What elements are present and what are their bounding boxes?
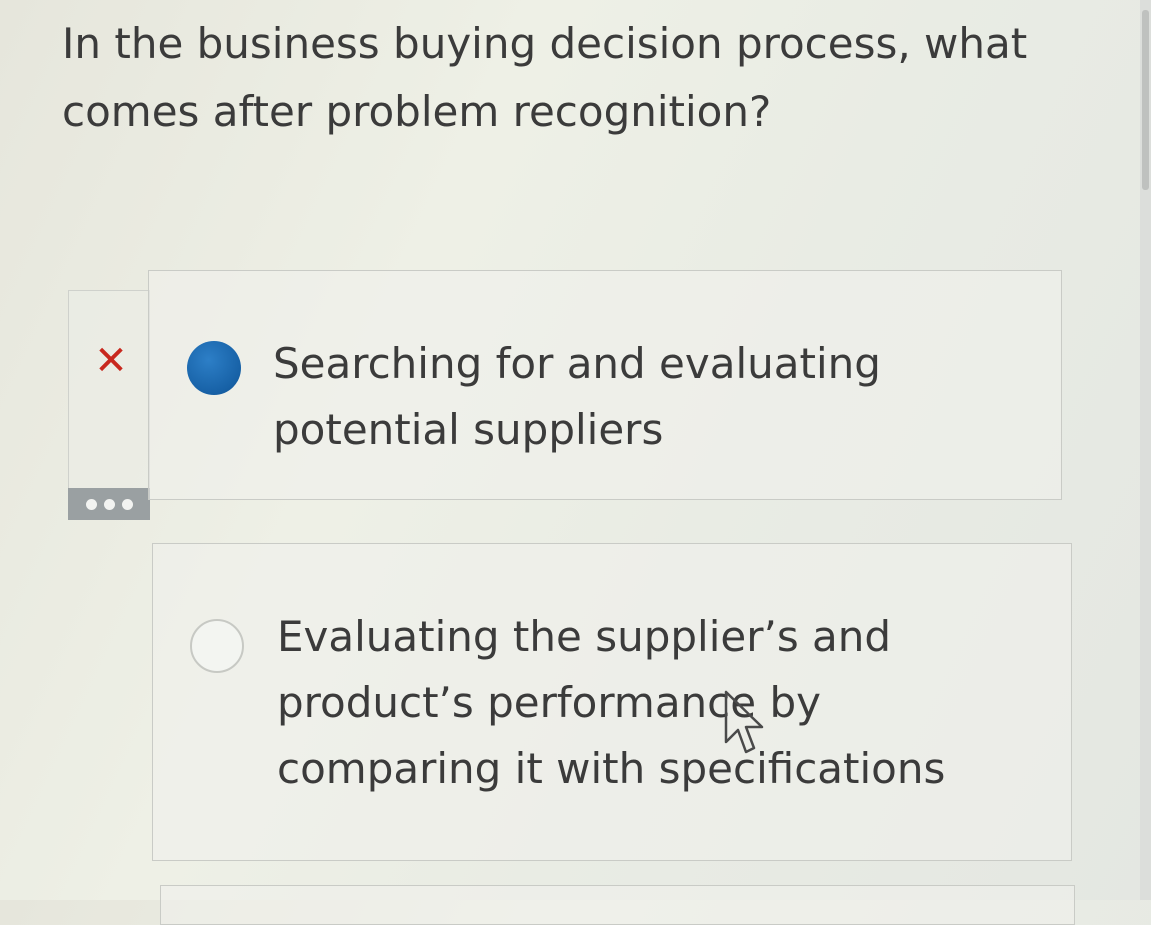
more-dots-icon bbox=[85, 498, 97, 510]
x-mark-icon: ✕ bbox=[94, 338, 128, 384]
answer-option-2[interactable]: Evaluating the supplier’s and product’s … bbox=[152, 543, 1072, 861]
scrollbar[interactable] bbox=[1140, 0, 1151, 900]
answer-option-3[interactable] bbox=[160, 885, 1075, 925]
scrollbar-thumb[interactable] bbox=[1142, 10, 1149, 190]
answer-option-label: Searching for and evaluating potential s… bbox=[273, 339, 881, 454]
answer-status-column: ✕ bbox=[68, 290, 150, 520]
more-dots-icon bbox=[103, 498, 115, 510]
radio-button-selected[interactable] bbox=[187, 341, 241, 395]
more-options-button[interactable] bbox=[68, 488, 150, 520]
question-text: In the business buying decision process,… bbox=[62, 19, 1028, 136]
more-dots-icon bbox=[121, 498, 133, 510]
answer-option-label: Evaluating the supplier’s and product’s … bbox=[277, 612, 946, 793]
radio-button[interactable] bbox=[190, 619, 244, 673]
mouse-pointer-icon bbox=[724, 690, 764, 754]
answer-option-1[interactable]: Searching for and evaluating potential s… bbox=[148, 270, 1062, 500]
